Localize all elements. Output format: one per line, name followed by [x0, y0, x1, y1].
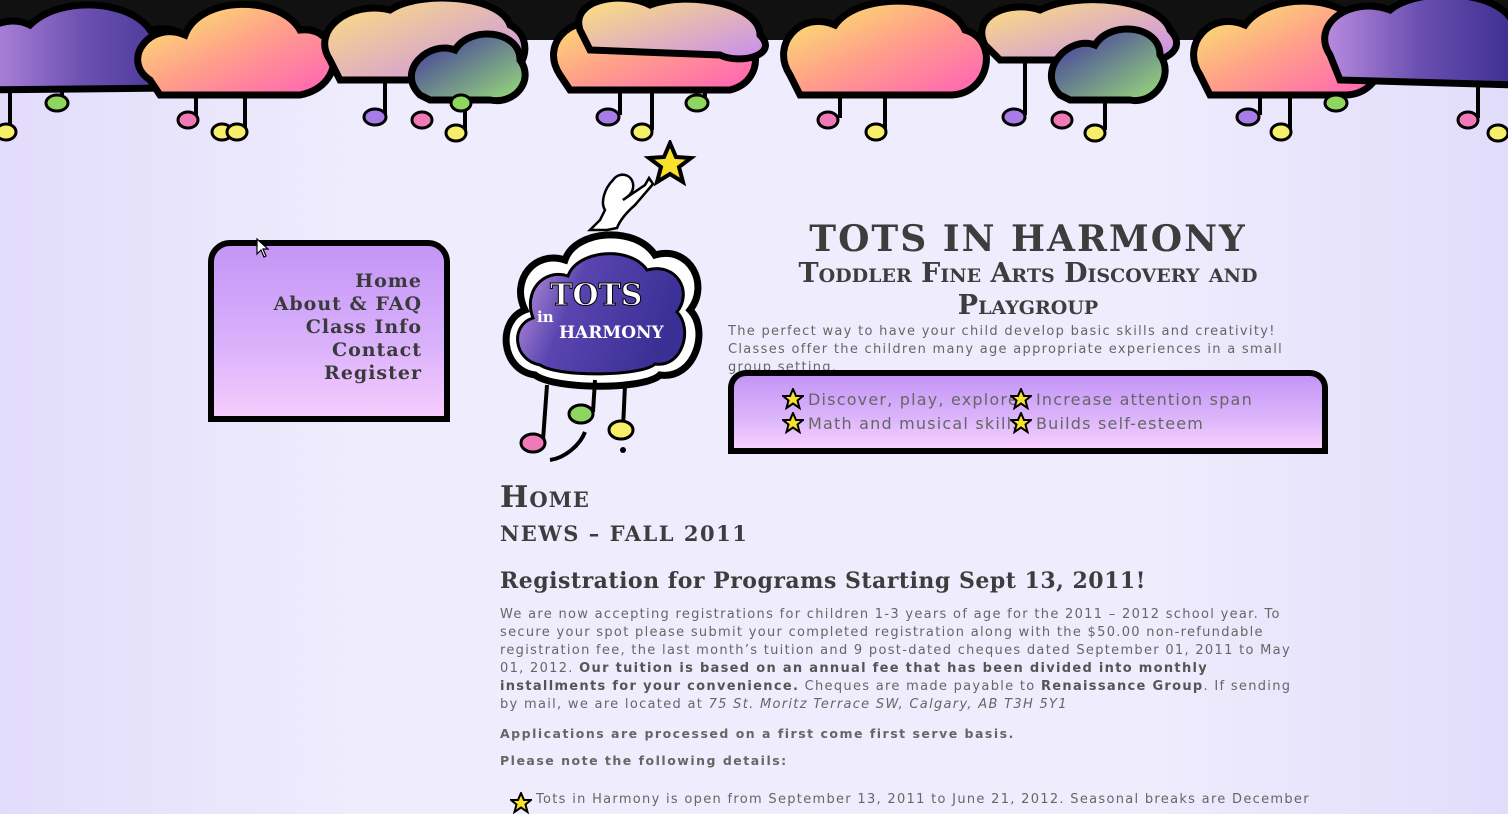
logo-text-harmony: HARMONY — [559, 323, 664, 343]
feature-label: Builds self-esteem — [1036, 413, 1205, 433]
feature-label: Discover, play, explore — [808, 389, 1019, 409]
logo-star-icon — [643, 137, 697, 187]
nav-contact-link[interactable]: Contact — [214, 339, 422, 362]
feature-item: Math and musical skills — [782, 412, 1022, 434]
star-bullet-icon — [510, 792, 532, 814]
header-cloud-banner — [0, 0, 1508, 143]
news-heading: NEWS – FALL 2011 — [500, 521, 749, 546]
list-item: Tots in Harmony is open from September 1… — [510, 792, 1310, 814]
star-icon — [782, 412, 804, 434]
feature-item: Builds self-esteem — [1010, 412, 1204, 434]
page-title: Home — [500, 480, 590, 515]
star-icon — [1010, 412, 1032, 434]
registration-paragraph: We are now accepting registrations for c… — [500, 606, 1310, 714]
intro-text: The perfect way to have your child devel… — [728, 324, 1284, 375]
site-subtitle: Toddler Fine Arts Discovery and Playgrou… — [798, 258, 1258, 321]
payee-name: Renaissance Group — [1040, 679, 1204, 694]
star-icon — [1010, 388, 1032, 410]
logo-text-tots: TOTS — [549, 278, 643, 314]
site-logo[interactable]: TOTS in HARMONY — [495, 137, 710, 465]
nav-home-link[interactable]: Home — [214, 270, 422, 293]
details-note: Please note the following details: — [500, 753, 788, 768]
mailing-address: 75 St. Moritz Terrace SW, Calgary, AB T3… — [708, 697, 1068, 712]
nav-register-link[interactable]: Register — [214, 362, 422, 385]
mouse-cursor-icon — [256, 238, 270, 258]
feature-label: Math and musical skills — [808, 413, 1022, 433]
processing-note: Applications are processed on a first co… — [500, 726, 1015, 741]
feature-item: Discover, play, explore — [782, 388, 1019, 410]
logo-text-in: in — [537, 308, 554, 326]
features-box: Discover, play, explore Increase attenti… — [728, 370, 1328, 454]
site-title: TOTS IN HARMONY — [809, 218, 1247, 260]
main-content: Home NEWS – FALL 2011 Registration for P… — [500, 480, 1310, 814]
main-nav: Home About & FAQ Class Info Contact Regi… — [208, 240, 450, 422]
cheque-text: Cheques are made payable to — [804, 679, 1036, 694]
nav-about-faq-link[interactable]: About & FAQ — [214, 293, 422, 316]
registration-heading: Registration for Programs Starting Sept … — [500, 568, 1146, 594]
nav-class-info-link[interactable]: Class Info — [214, 316, 422, 339]
feature-label: Increase attention span — [1036, 389, 1253, 409]
feature-item: Increase attention span — [1010, 388, 1253, 410]
star-icon — [782, 388, 804, 410]
